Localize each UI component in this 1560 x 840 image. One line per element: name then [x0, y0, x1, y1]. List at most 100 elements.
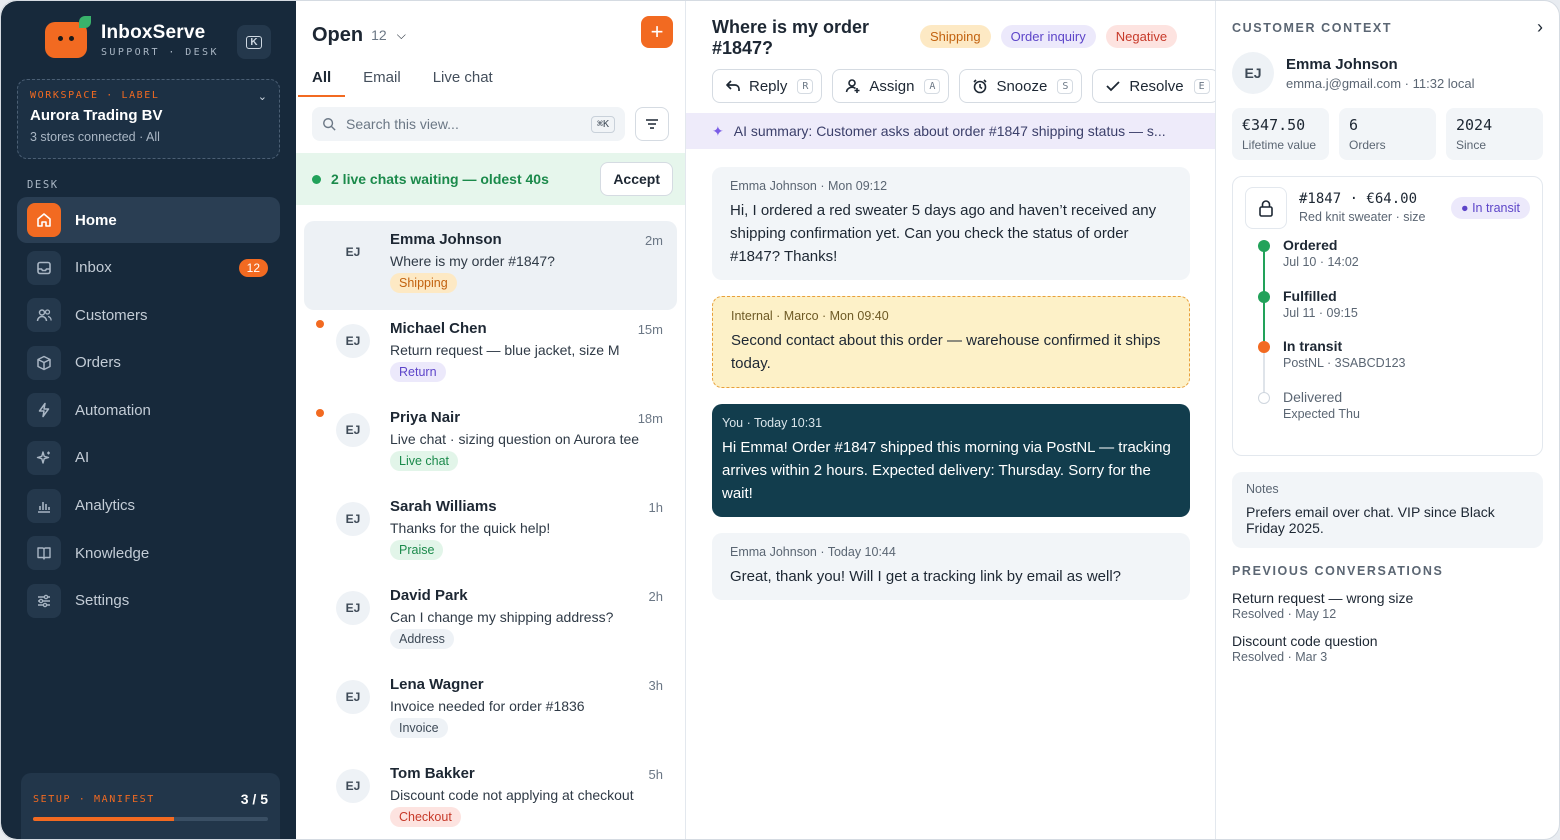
accept-button[interactable]: Accept	[600, 162, 673, 196]
sidebar-item-knowledge[interactable]: Knowledge	[17, 530, 280, 576]
action-shortcut: A	[924, 78, 941, 94]
conversation-preview: Live chat · sizing question on Aurora te…	[390, 431, 640, 447]
step-detail: PostNL · 3SABCD123	[1283, 356, 1406, 370]
sidebar-item-automation[interactable]: Automation	[17, 387, 280, 433]
action-shortcut: R	[797, 78, 814, 94]
chevron-down-icon: ⌄	[257, 91, 267, 103]
check-icon	[1105, 79, 1121, 93]
timeline-step: Fulfilled Jul 11 · 09:15	[1258, 287, 1530, 339]
tab-live-chat[interactable]: Live chat	[433, 57, 493, 97]
previous-conversation-item[interactable]: Return request — wrong size Resolved · M…	[1232, 590, 1543, 621]
conversation-tag: Praise	[390, 540, 444, 560]
notes-label: Notes	[1246, 482, 1279, 496]
workspace-switcher[interactable]: WORKSPACE · LABEL Aurora Trading BV 3 st…	[17, 79, 280, 159]
conversation-preview: Return request — blue jacket, size M	[390, 342, 620, 358]
sliders-icon	[27, 583, 61, 618]
agent-message: You · Today 10:31 Hi Emma! Order #1847 s…	[712, 404, 1190, 517]
sidebar-item-analytics[interactable]: Analytics	[17, 483, 280, 529]
internal-message: Internal · Marco · Mon 09:40 Second cont…	[712, 296, 1190, 388]
sidebar-item-label: Analytics	[75, 497, 136, 515]
thread-tag-order-inquiry[interactable]: Order inquiry	[1000, 25, 1096, 48]
inbox-icon	[27, 250, 61, 285]
new-conversation-button[interactable]: +	[641, 16, 673, 48]
order-card[interactable]: #1847 · €64.00 Red knit sweater · size M…	[1232, 176, 1543, 456]
thread-tag-shipping[interactable]: Shipping	[920, 25, 991, 48]
sidebar-item-label: Orders	[75, 354, 121, 372]
notes-card[interactable]: Notes Prefers email over chat. VIP since…	[1232, 472, 1543, 548]
timeline-dot-icon	[1258, 341, 1270, 353]
avatar: EJ	[336, 591, 370, 625]
ai-summary-bar[interactable]: ✦ AI summary: Customer asks about order …	[686, 113, 1215, 149]
resolve-button[interactable]: Resolve E	[1092, 69, 1215, 103]
status-badge: ● In transit	[1451, 197, 1530, 219]
tab-all[interactable]: All	[297, 57, 346, 97]
sidebar-item-label: Inbox	[75, 259, 112, 277]
message-body: Great, thank you! Will I get a tracking …	[730, 568, 1121, 585]
assign-button[interactable]: Assign A	[832, 69, 950, 103]
avatar: EJ	[1232, 52, 1274, 94]
message-body: Hi, I ordered a red sweater 5 days ago a…	[730, 202, 1157, 265]
conversation-name: Emma Johnson	[390, 231, 502, 248]
conversation-preview: Discount code not applying at checkout	[390, 787, 634, 803]
step-name: Fulfilled	[1283, 287, 1337, 304]
sidebar-item-ai[interactable]: AI	[17, 435, 280, 481]
reply-button[interactable]: Reply R	[712, 69, 823, 103]
logo-icon	[45, 16, 91, 58]
workspace-meta: 3 stores connected · All	[30, 130, 160, 144]
sidebar-item-inbox[interactable]: Inbox 12	[17, 245, 280, 291]
conversation-item[interactable]: EJ Emma Johnson 2m Where is my order #18…	[304, 221, 677, 310]
conversation-time: 18m	[637, 411, 663, 426]
previous-conversation-item[interactable]: Discount code question Resolved · Mar 3	[1232, 633, 1543, 664]
sidebar-item-label: Customers	[75, 306, 148, 324]
nav-section-label: DESK	[27, 179, 59, 191]
setup-manifest[interactable]: SETUP · MANIFEST 3 / 5	[21, 773, 280, 839]
workspace-label: WORKSPACE · LABEL	[30, 90, 160, 101]
message-meta: You · Today 10:31	[722, 416, 823, 430]
conversation-time: 15m	[637, 322, 663, 337]
conversation-item[interactable]: EJ Priya Nair 18m Live chat · sizing que…	[304, 399, 677, 488]
avatar: EJ	[336, 235, 370, 269]
conversation-item[interactable]: EJ David Park 2h Can I change my shippin…	[304, 577, 677, 666]
sidebar-item-customers[interactable]: Customers	[17, 292, 280, 338]
tab-email[interactable]: Email	[363, 57, 401, 97]
avatar: EJ	[336, 324, 370, 358]
search-input[interactable]: Search this view... ⌘K	[312, 107, 625, 141]
sparkle-icon: ✦	[712, 122, 724, 139]
message-meta: Emma Johnson · Today 10:44	[730, 545, 896, 559]
conversation-item[interactable]: EJ Sarah Williams 1h Thanks for the quic…	[304, 488, 677, 577]
bolt-icon	[27, 393, 61, 428]
conversation-item[interactable]: EJ Lena Wagner 3h Invoice needed for ord…	[304, 666, 677, 755]
conversation-tag: Address	[390, 629, 454, 649]
customer-card[interactable]: EJ Emma Johnson emma.j@gmail.com · 11:32…	[1232, 52, 1543, 94]
step-name: Ordered	[1283, 237, 1338, 253]
stat-label: Orders	[1349, 138, 1386, 152]
filter-button[interactable]	[635, 107, 669, 141]
box-icon	[27, 345, 61, 380]
stat-since: 2024 Since	[1446, 108, 1543, 160]
collapse-sidebar-button[interactable]: K	[237, 25, 271, 59]
conversation-item[interactable]: EJ Tom Bakker 5h Discount code not apply…	[304, 755, 677, 839]
chart-icon	[27, 488, 61, 523]
chevron-down-icon[interactable]: ⌵	[397, 28, 406, 43]
conversation-item[interactable]: EJ Michael Chen 15m Return request — blu…	[304, 310, 677, 399]
sidebar-item-settings[interactable]: Settings	[17, 578, 280, 624]
search-icon	[323, 118, 336, 131]
setup-label: SETUP · MANIFEST	[33, 793, 155, 805]
sidebar-item-home[interactable]: Home	[17, 197, 280, 243]
conversation-tag: Live chat	[390, 451, 459, 471]
timeline-dot-icon	[1258, 391, 1270, 404]
view-title[interactable]: Open	[312, 24, 363, 47]
sparkle-icon	[27, 440, 61, 475]
previous-conversation-status: Resolved · May 12	[1232, 607, 1337, 621]
context-label: CUSTOMER CONTEXT	[1232, 20, 1393, 35]
chevron-right-icon[interactable]: ›	[1537, 17, 1543, 38]
search-shortcut: ⌘K	[590, 115, 615, 133]
home-icon	[27, 203, 61, 237]
message-body: Hi Emma! Order #1847 shipped this mornin…	[722, 439, 1171, 502]
sidebar-item-orders[interactable]: Orders	[17, 340, 280, 386]
sidebar: InboxServe SUPPORT · DESK K WORKSPACE · …	[1, 1, 296, 839]
thread-tag-negative[interactable]: Negative	[1105, 25, 1178, 48]
step-detail: Jul 10 · 14:02	[1283, 255, 1359, 269]
conversation-name: David Park	[390, 587, 468, 604]
snooze-button[interactable]: Snooze S	[959, 69, 1083, 103]
